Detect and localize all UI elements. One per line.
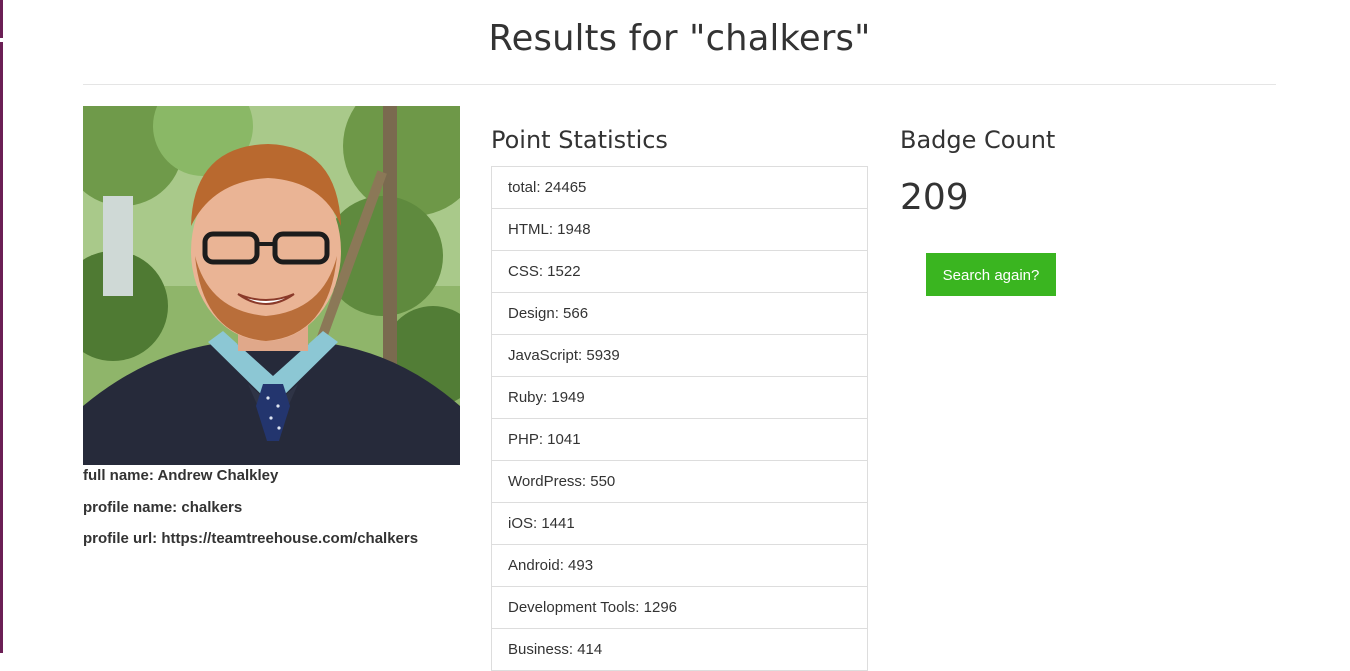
search-again-button[interactable]: Search again? <box>926 253 1056 296</box>
stat-item-html: HTML: 1948 <box>492 209 867 251</box>
avatar <box>83 106 460 465</box>
window-edge <box>0 0 3 653</box>
stat-item-ios: iOS: 1441 <box>492 503 867 545</box>
full-name: full name: Andrew Chalkley <box>83 467 279 484</box>
stat-item-javascript: JavaScript: 5939 <box>492 335 867 377</box>
point-statistics-heading: Point Statistics <box>491 126 668 154</box>
badge-count-heading: Badge Count <box>900 126 1056 154</box>
stat-item-css: CSS: 1522 <box>492 251 867 293</box>
stat-item-total: total: 24465 <box>492 167 867 209</box>
point-statistics-column: Point Statistics total: 24465 HTML: 1948… <box>491 120 868 671</box>
stat-item-php: PHP: 1041 <box>492 419 867 461</box>
stat-item-business: Business: 414 <box>492 629 867 671</box>
stat-item-android: Android: 493 <box>492 545 867 587</box>
profile-column: full name: Andrew Chalkley profile name:… <box>83 106 460 548</box>
badge-count-column: Badge Count 209 Search again? <box>900 120 1277 296</box>
window-edge-marker <box>0 38 3 42</box>
stat-item-wordpress: WordPress: 550 <box>492 461 867 503</box>
profile-photo-icon <box>83 106 460 465</box>
page-title: Results for "chalkers" <box>488 18 871 59</box>
stat-item-development-tools: Development Tools: 1296 <box>492 587 867 629</box>
profile-url: profile url: https://teamtreehouse.com/c… <box>83 530 419 547</box>
stat-item-design: Design: 566 <box>492 293 867 335</box>
title-divider <box>83 84 1276 85</box>
profile-name: profile name: chalkers <box>83 499 243 516</box>
results-container: Results for "chalkers" full name: Andrew… <box>83 0 1276 671</box>
stat-item-ruby: Ruby: 1949 <box>492 377 867 419</box>
badge-count-value: 209 <box>900 177 969 218</box>
point-statistics-list: total: 24465 HTML: 1948 CSS: 1522 Design… <box>491 166 868 671</box>
